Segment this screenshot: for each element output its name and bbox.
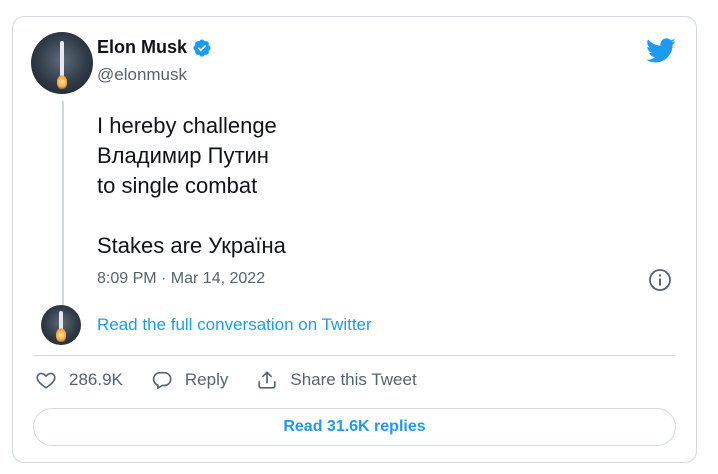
twitter-bird-icon[interactable] <box>646 35 676 65</box>
like-count: 286.9K <box>69 370 123 389</box>
tweet-text: I hereby challenge Владимир Путин to sin… <box>97 113 286 258</box>
tweet-actions: 286.9K Reply Share this Tweet <box>35 369 445 391</box>
verified-badge-icon <box>193 38 211 57</box>
author-name[interactable]: Elon Musk <box>97 37 187 58</box>
author-handle[interactable]: @elonmusk <box>97 65 187 85</box>
thread-connector-line <box>62 101 64 307</box>
author-avatar[interactable] <box>31 32 93 94</box>
tweet-embed-card: Elon Musk @elonmusk I hereby challenge В… <box>12 16 697 463</box>
tweet-timestamp[interactable]: 8:09 PM · Mar 14, 2022 <box>97 270 265 288</box>
like-button[interactable]: 286.9K <box>35 369 123 391</box>
read-replies-button[interactable]: Read 31.6K replies <box>33 408 676 446</box>
read-conversation-link[interactable]: Read the full conversation on Twitter <box>97 315 372 335</box>
author-name-row: Elon Musk <box>97 37 212 58</box>
reply-label: Reply <box>184 370 229 389</box>
conversation-avatar[interactable] <box>41 305 81 345</box>
divider <box>33 355 676 356</box>
reply-button[interactable]: Reply <box>151 369 228 391</box>
share-label: Share this Tweet <box>290 370 417 389</box>
share-button[interactable]: Share this Tweet <box>256 369 417 391</box>
heart-icon <box>36 372 56 389</box>
reply-bubble-icon <box>152 371 172 390</box>
info-icon[interactable] <box>648 268 672 292</box>
share-upload-icon <box>258 371 276 389</box>
